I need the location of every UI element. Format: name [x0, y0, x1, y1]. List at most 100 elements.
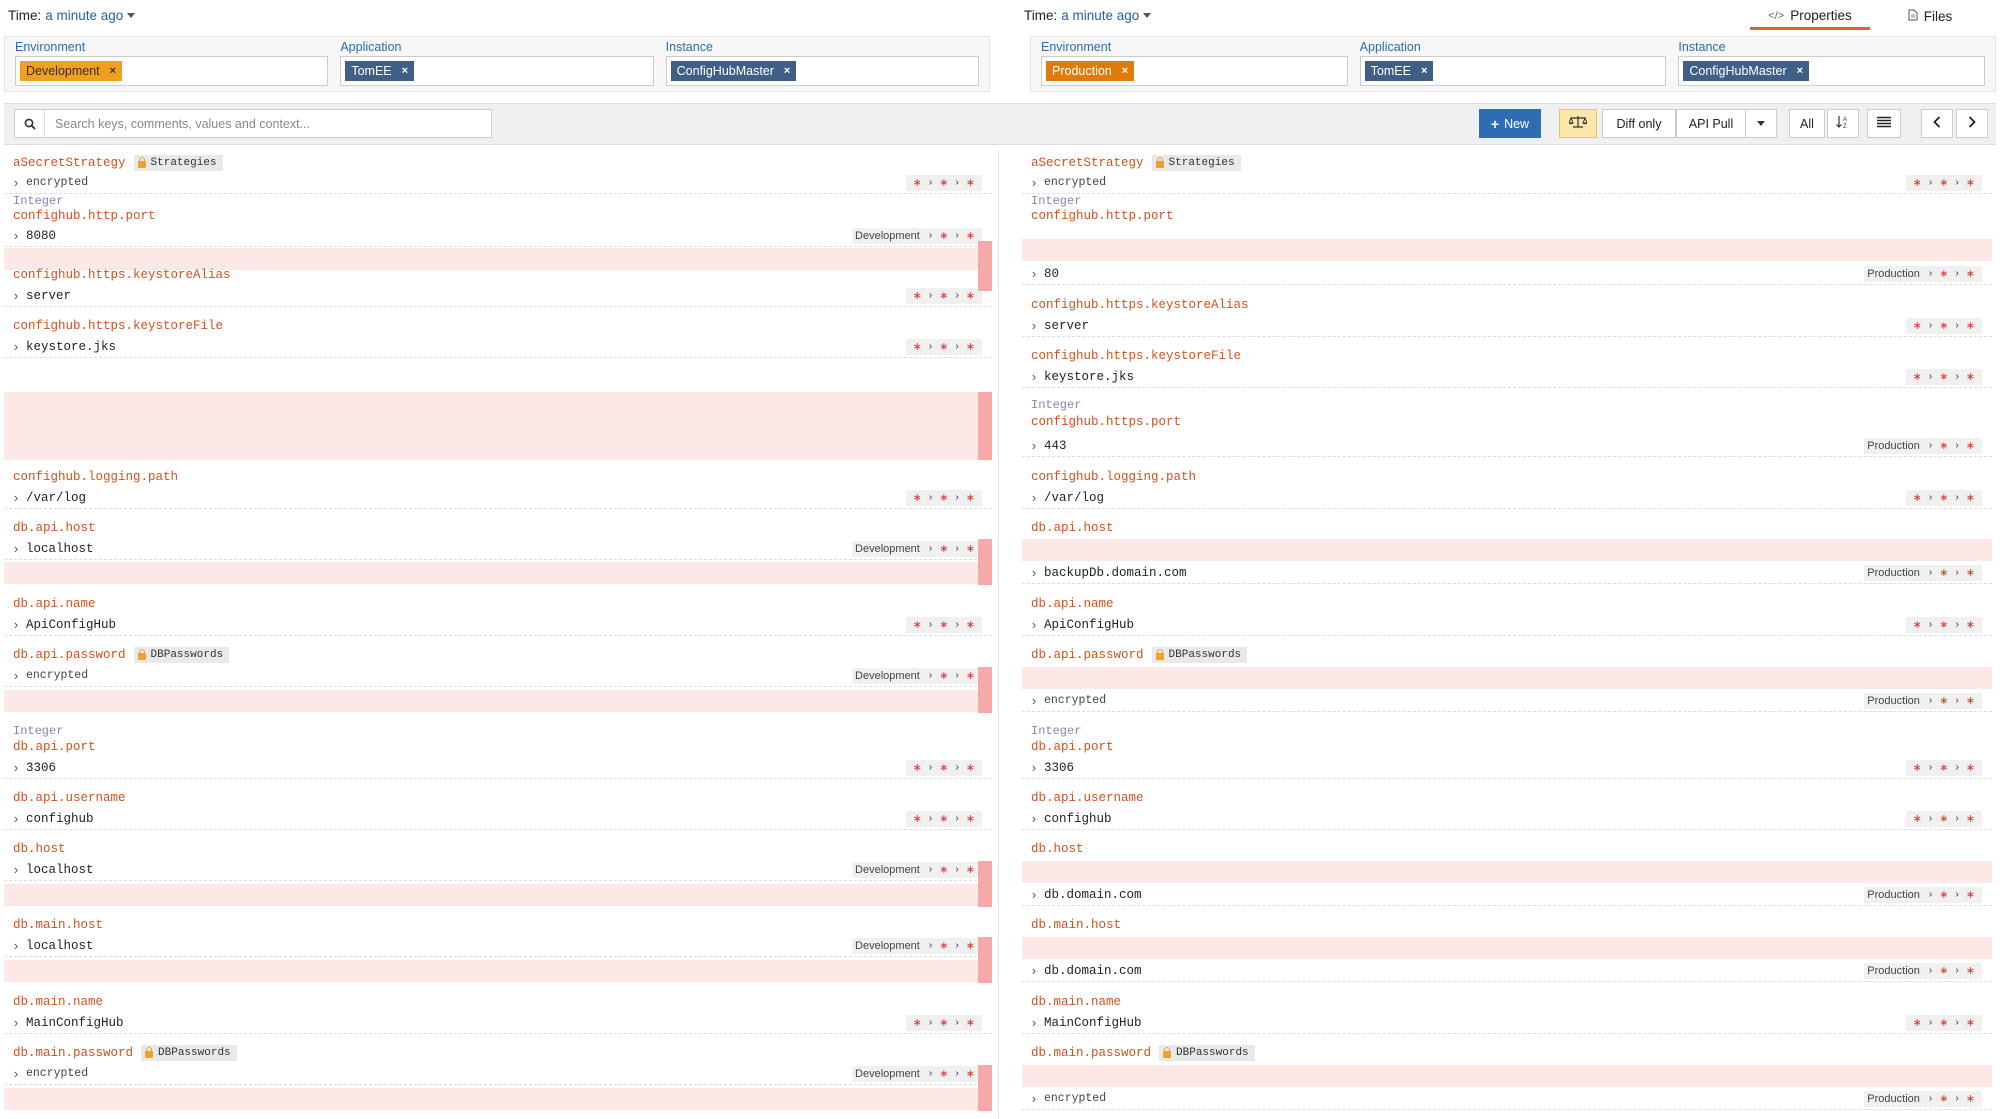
diff-only-button[interactable]: Diff only — [1602, 109, 1676, 138]
property-key[interactable]: confighub.logging.path — [1031, 470, 1196, 484]
remove-icon[interactable]: × — [1421, 65, 1427, 77]
chevron-right-icon[interactable]: › — [1024, 887, 1044, 902]
next-button[interactable] — [1956, 109, 1988, 138]
property-value-row[interactable]: › encrypted Production › ∗ › ∗ — [1022, 690, 1992, 712]
property-value-row[interactable]: › backupDb.domain.com Production › ∗ › ∗ — [1022, 562, 1992, 584]
chevron-right-icon[interactable]: › — [6, 228, 26, 243]
property-key[interactable]: db.main.host — [13, 918, 103, 932]
environment-field[interactable]: Production × — [1041, 56, 1348, 86]
property-key[interactable]: aSecretStrategy Strategies — [1031, 155, 1241, 171]
property-value-row[interactable]: › server ∗ › ∗ › ∗ — [4, 285, 992, 307]
property-value-row[interactable]: › keystore.jks ∗ › ∗ › ∗ — [1022, 366, 1992, 388]
chevron-right-icon[interactable]: › — [6, 288, 26, 303]
property-value-row[interactable]: › 8080 Development › ∗ › ∗ — [4, 225, 992, 247]
property-key[interactable]: confighub.https.port — [1031, 415, 1181, 429]
property-key[interactable]: db.api.host — [13, 521, 96, 535]
chevron-right-icon[interactable]: › — [6, 938, 26, 953]
api-pull-button[interactable]: API Pull — [1676, 109, 1746, 138]
property-value-row[interactable]: › encrypted ∗ › ∗ › ∗ — [1022, 172, 1992, 194]
property-key[interactable]: db.api.password DBPasswords — [13, 647, 230, 663]
chevron-right-icon[interactable]: › — [6, 175, 26, 190]
property-value-row[interactable]: › MainConfigHub ∗ › ∗ › ∗ — [4, 1012, 992, 1034]
property-key[interactable]: db.api.host — [1031, 521, 1114, 535]
property-value-row[interactable]: › 3306 ∗ › ∗ › ∗ — [4, 757, 992, 779]
property-key[interactable]: db.api.name — [13, 597, 96, 611]
chevron-right-icon[interactable]: › — [1024, 760, 1044, 775]
property-value-row[interactable]: › localhost Development › ∗ › ∗ — [4, 859, 992, 881]
remove-icon[interactable]: × — [784, 65, 790, 77]
chevron-right-icon[interactable]: › — [1024, 693, 1044, 708]
property-value-row[interactable]: ›/var/log ∗ › ∗ › ∗ — [4, 487, 992, 509]
property-value-row[interactable]: › encrypted Development › ∗ › ∗ — [4, 1063, 992, 1085]
property-key[interactable]: db.host — [13, 842, 66, 856]
instance-field[interactable]: ConfigHubMaster × — [665, 56, 979, 86]
chevron-right-icon[interactable]: › — [1024, 438, 1044, 453]
caret-down-icon[interactable] — [1143, 12, 1152, 18]
property-key[interactable]: confighub.https.keystoreAlias — [1031, 298, 1249, 312]
remove-icon[interactable]: × — [1122, 65, 1128, 77]
property-value-row[interactable]: › server ∗ › ∗ › ∗ — [1022, 315, 1992, 337]
property-value-row[interactable]: › MainConfigHub ∗ › ∗ › ∗ — [1022, 1012, 1992, 1034]
property-key[interactable]: db.main.host — [1031, 918, 1121, 932]
application-field[interactable]: TomEE × — [340, 56, 654, 86]
chevron-right-icon[interactable]: › — [1024, 266, 1044, 281]
property-value-row[interactable]: › encrypted Production › ∗ › ∗ — [1022, 1088, 1992, 1110]
property-key[interactable]: db.api.port — [13, 740, 96, 754]
chevron-right-icon[interactable]: › — [1024, 1091, 1044, 1106]
chevron-right-icon[interactable]: › — [6, 617, 26, 632]
instance-field[interactable]: ConfigHubMaster × — [1678, 56, 1986, 86]
property-key[interactable]: db.main.password DBPasswords — [13, 1045, 237, 1061]
property-value-row[interactable]: › localhost Development › ∗ › ∗ — [4, 538, 992, 560]
new-button[interactable]: + New — [1479, 109, 1541, 138]
property-value-row[interactable]: › encrypted ∗ › ∗ › ∗ — [4, 172, 992, 194]
application-field[interactable]: TomEE × — [1359, 56, 1667, 86]
caret-down-icon[interactable] — [127, 12, 136, 18]
list-view-button[interactable] — [1867, 109, 1901, 138]
chevron-right-icon[interactable]: › — [1024, 1015, 1044, 1030]
property-key[interactable]: db.api.username — [1031, 791, 1144, 805]
sort-button[interactable]: AZ — [1827, 109, 1859, 138]
property-value-row[interactable]: › encrypted Development › ∗ › ∗ — [4, 665, 992, 687]
tab-properties[interactable]: </> Properties — [1750, 4, 1870, 30]
property-value-row[interactable]: › 443 Production › ∗ › ∗ — [1022, 435, 1992, 457]
property-key[interactable]: confighub.http.port — [13, 209, 156, 223]
property-value-row[interactable]: › ApiConfigHub ∗ › ∗ › ∗ — [4, 614, 992, 636]
property-key[interactable]: db.api.port — [1031, 740, 1114, 754]
property-key[interactable]: confighub.https.keystoreFile — [13, 319, 223, 333]
chevron-right-icon[interactable]: › — [6, 339, 26, 354]
property-key[interactable]: db.api.username — [13, 791, 126, 805]
property-key[interactable]: confighub.https.keystoreFile — [1031, 349, 1241, 363]
property-key[interactable]: db.main.name — [13, 995, 103, 1009]
chevron-right-icon[interactable]: › — [1024, 565, 1044, 580]
property-value-row[interactable]: › 80 Production › ∗ › ∗ — [1022, 263, 1992, 285]
property-key[interactable]: confighub.https.keystoreAlias — [13, 268, 231, 282]
remove-icon[interactable]: × — [110, 65, 116, 77]
right-time-selector[interactable]: Time: a minute ago — [1024, 0, 1152, 30]
property-key[interactable]: confighub.logging.path — [13, 470, 178, 484]
property-value-row[interactable]: › confighub ∗ › ∗ › ∗ — [4, 808, 992, 830]
search-input[interactable] — [45, 116, 491, 131]
property-value-row[interactable]: › 3306 ∗ › ∗ › ∗ — [1022, 757, 1992, 779]
property-key[interactable]: db.main.name — [1031, 995, 1121, 1009]
chevron-right-icon[interactable]: › — [6, 862, 26, 877]
property-value-row[interactable]: › db.domain.com Production › ∗ › ∗ — [1022, 884, 1992, 906]
property-key[interactable]: aSecretStrategy Strategies — [13, 155, 223, 171]
chevron-right-icon[interactable]: › — [1024, 811, 1044, 826]
compare-button[interactable] — [1559, 109, 1597, 138]
property-value-row[interactable]: › keystore.jks ∗ › ∗ › ∗ — [4, 336, 992, 358]
property-value-row[interactable]: ›/var/log ∗ › ∗ › ∗ — [1022, 487, 1992, 509]
time-value[interactable]: a minute ago — [45, 8, 123, 23]
chevron-right-icon[interactable]: › — [1024, 318, 1044, 333]
chevron-right-icon[interactable]: › — [6, 1015, 26, 1030]
property-value-row[interactable]: › db.domain.com Production › ∗ › ∗ — [1022, 960, 1992, 982]
chevron-right-icon[interactable]: › — [1024, 369, 1044, 384]
chevron-right-icon[interactable]: › — [1024, 175, 1044, 190]
chevron-right-icon[interactable]: › — [6, 811, 26, 826]
chevron-right-icon[interactable]: › — [6, 541, 26, 556]
property-key[interactable]: db.api.password DBPasswords — [1031, 647, 1248, 663]
api-pull-dropdown-button[interactable] — [1745, 109, 1777, 138]
property-value-row[interactable]: › ApiConfigHub ∗ › ∗ › ∗ — [1022, 614, 1992, 636]
left-time-selector[interactable]: Time: a minute ago — [8, 0, 136, 30]
remove-icon[interactable]: × — [1797, 65, 1803, 77]
chevron-right-icon[interactable]: › — [1024, 963, 1044, 978]
